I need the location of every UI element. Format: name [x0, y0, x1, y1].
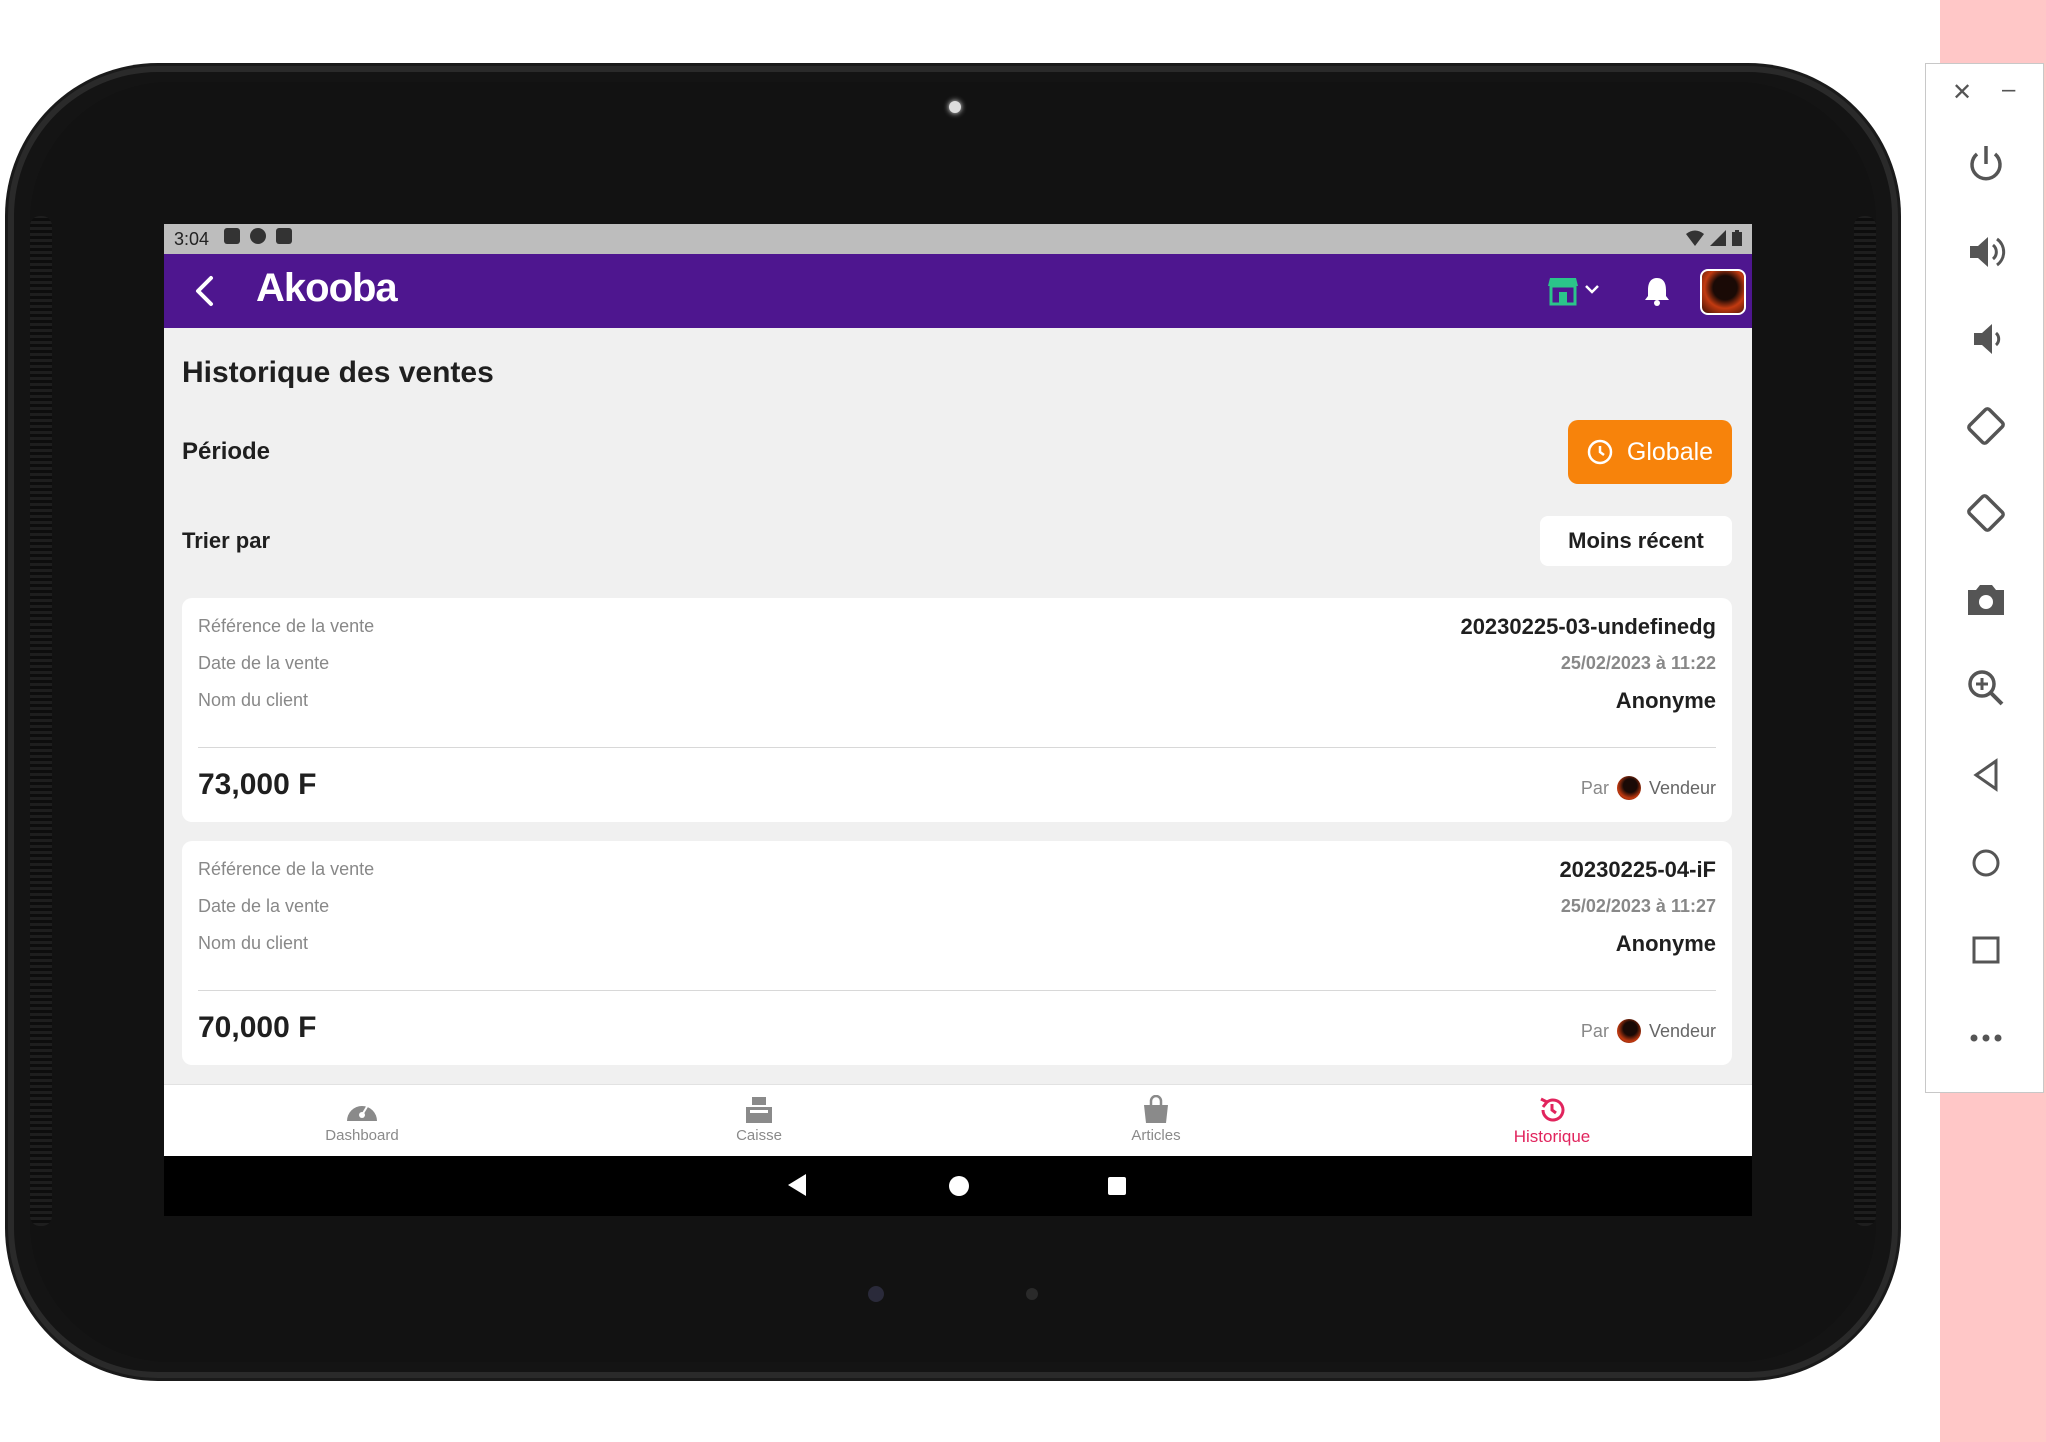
sale-reference: 20230225-03-undefinedg: [1460, 614, 1716, 639]
client-label: Nom du client: [198, 690, 309, 710]
nav-historique[interactable]: Historique: [1452, 1095, 1652, 1147]
overview-icon[interactable]: [1958, 922, 2014, 978]
speaker-left: [30, 216, 52, 1226]
seller-info: Par Vendeur: [1581, 1019, 1716, 1043]
periode-label: Période: [182, 438, 271, 465]
system-home-icon[interactable]: [949, 1176, 969, 1196]
par-label: Par: [1580, 1020, 1609, 1041]
user-avatar[interactable]: [1700, 269, 1746, 315]
status-right-icons: [1686, 230, 1742, 246]
seller-avatar: [1616, 1019, 1641, 1043]
status-icons: [224, 228, 292, 244]
power-icon[interactable]: [1958, 136, 2014, 192]
close-icon[interactable]: ✕: [1952, 78, 1972, 107]
sd-card-icon: [276, 228, 292, 244]
store-selector-icon[interactable]: [1546, 272, 1606, 310]
minimize-icon[interactable]: –: [2002, 76, 2015, 104]
nav-caisse[interactable]: Caisse: [659, 1095, 859, 1144]
clock-icon: [1587, 439, 1613, 465]
back-arrow-icon[interactable]: [186, 272, 224, 310]
sale-card[interactable]: Référence de la vente Date de la vente N…: [182, 598, 1732, 822]
rotate-right-icon[interactable]: [1958, 485, 2014, 541]
nav-historique-label: Historique: [1513, 1127, 1591, 1146]
signal-icon: [1710, 230, 1726, 246]
zoom-icon[interactable]: [1958, 660, 2014, 716]
wifi-icon: [1686, 230, 1704, 246]
sale-amount: 70,000 F: [198, 1011, 317, 1044]
page-title: Historique des ventes: [182, 356, 494, 389]
sale-amount: 73,000 F: [198, 768, 317, 801]
back-icon[interactable]: [1958, 747, 2014, 803]
device-screen: 3:04 Akooba Historique des ventes Périod…: [164, 224, 1752, 1216]
period-button-label: Globale: [1626, 437, 1714, 466]
seller-name: Vendeur: [1648, 1020, 1716, 1041]
speaker-right: [1854, 216, 1876, 1226]
app-logo: Akooba: [256, 266, 398, 310]
battery-icon: [1732, 230, 1742, 246]
card-divider: [198, 747, 1716, 748]
sensor-icon: [1026, 1288, 1038, 1300]
system-navigation-bar: [164, 1156, 1752, 1216]
par-label: Par: [1580, 777, 1609, 798]
date-label: Date de la vente: [198, 653, 330, 673]
sale-date: 25/02/2023 à 11:27: [1560, 896, 1716, 916]
date-label: Date de la vente: [198, 896, 330, 916]
history-icon: [1540, 1097, 1565, 1122]
seller-name: Vendeur: [1648, 777, 1716, 798]
camera-icon[interactable]: [1958, 572, 2014, 628]
front-camera: [949, 101, 961, 113]
sort-button[interactable]: Moins récent: [1540, 516, 1732, 566]
period-button[interactable]: Globale: [1568, 420, 1732, 484]
sale-client: Anonyme: [1615, 931, 1716, 956]
notification-a-icon: [224, 228, 240, 244]
bottom-navigation: Dashboard Caisse Articles Historique: [164, 1084, 1752, 1157]
status-time: 3:04: [174, 229, 210, 249]
shopping-bag-icon: [1144, 1095, 1168, 1123]
sale-client: Anonyme: [1615, 688, 1716, 713]
sort-label: Trier par: [182, 528, 271, 553]
nav-articles[interactable]: Articles: [1056, 1095, 1256, 1144]
seller-info: Par Vendeur: [1581, 776, 1716, 800]
sensor-icon: [868, 1286, 884, 1302]
volume-up-icon[interactable]: [1958, 224, 2014, 280]
nav-articles-label: Articles: [1131, 1127, 1181, 1144]
card-divider: [198, 990, 1716, 991]
nav-dashboard-label: Dashboard: [325, 1127, 399, 1144]
client-label: Nom du client: [198, 933, 309, 953]
sale-date: 25/02/2023 à 11:22: [1560, 653, 1716, 673]
app-bar: Akooba: [164, 254, 1752, 328]
sale-card[interactable]: Référence de la vente Date de la vente N…: [182, 841, 1732, 1065]
cash-register-icon: [746, 1097, 772, 1123]
sale-reference: 20230225-04-iF: [1559, 857, 1716, 882]
more-icon[interactable]: [1958, 1010, 2014, 1066]
nav-caisse-label: Caisse: [736, 1127, 782, 1144]
notification-p-icon: [250, 228, 266, 244]
system-recents-icon[interactable]: [1108, 1177, 1126, 1195]
home-icon[interactable]: [1958, 835, 2014, 891]
reference-label: Référence de la vente: [198, 616, 375, 636]
reference-label: Référence de la vente: [198, 859, 375, 879]
system-back-icon[interactable]: [788, 1174, 806, 1196]
emulator-toolbar: ✕ –: [1925, 63, 2044, 1093]
status-bar: 3:04: [164, 224, 1752, 254]
bell-icon[interactable]: [1640, 274, 1674, 308]
rotate-left-icon[interactable]: [1958, 398, 2014, 454]
seller-avatar: [1616, 776, 1641, 800]
nav-dashboard[interactable]: Dashboard: [262, 1095, 462, 1144]
volume-down-icon[interactable]: [1958, 311, 2014, 367]
gauge-icon: [347, 1104, 377, 1121]
